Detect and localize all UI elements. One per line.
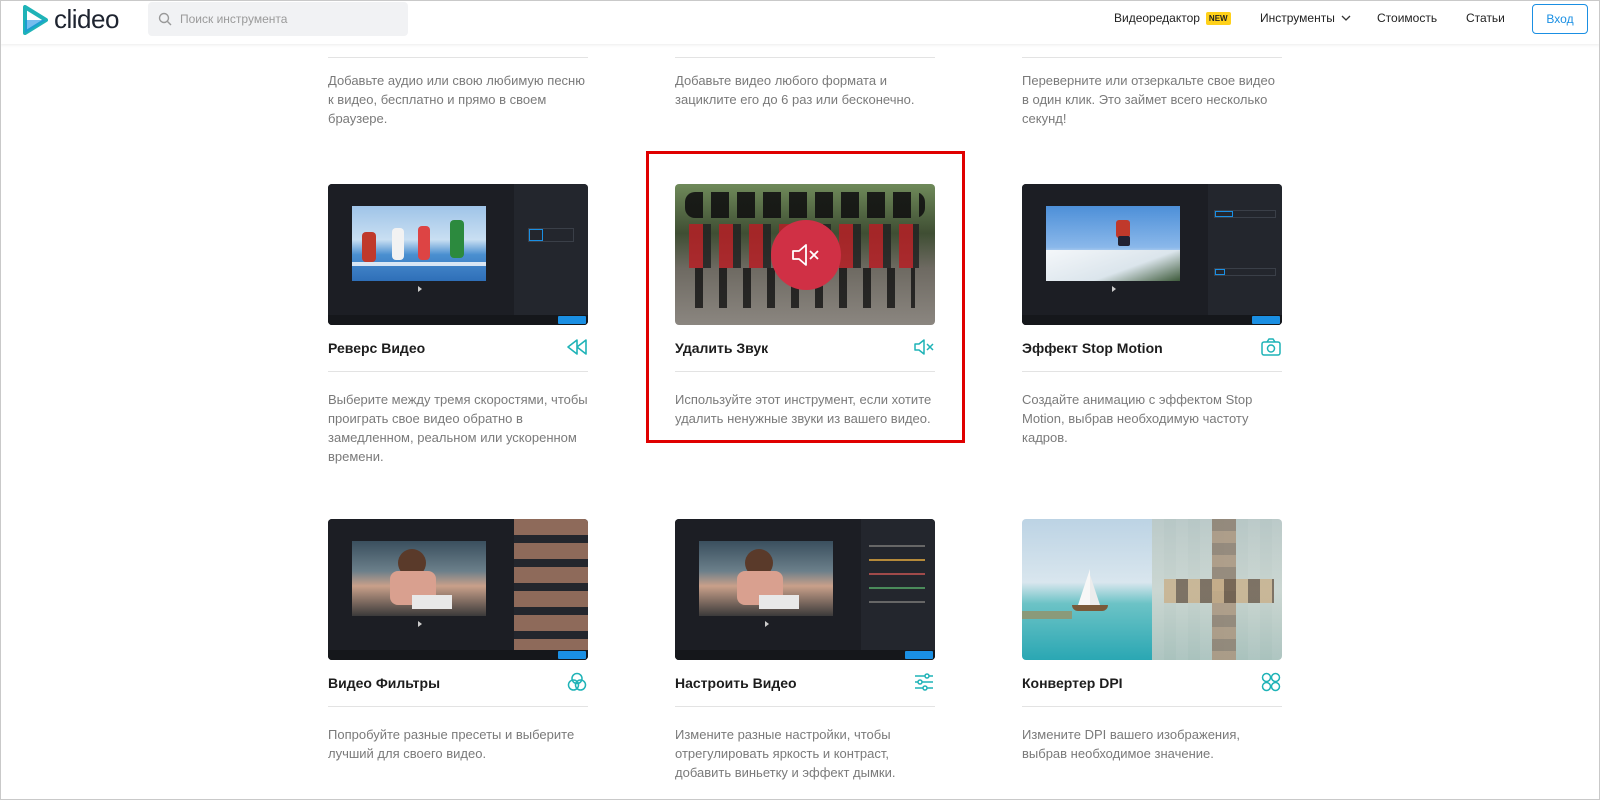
tool-description: Добавьте аудио или свою любимую песню к … bbox=[328, 73, 585, 126]
tool-title[interactable]: Видео Фильтры bbox=[328, 675, 440, 691]
tool-description: Попробуйте разные пресеты и выберите луч… bbox=[328, 727, 575, 761]
nav-pricing[interactable]: Стоимость bbox=[1377, 0, 1437, 36]
tool-title[interactable]: Конвертер DPI bbox=[1022, 675, 1123, 691]
divider bbox=[328, 57, 588, 58]
play-logo-icon bbox=[23, 4, 48, 35]
stop-motion-thumbnail bbox=[1022, 184, 1282, 325]
search-input[interactable] bbox=[180, 12, 390, 26]
clideo-logo[interactable]: clideo bbox=[22, 4, 119, 35]
chevron-down-icon bbox=[1341, 15, 1351, 21]
tool-description: Выберите между тремя скоростями, чтобы п… bbox=[328, 392, 588, 464]
top-header: clideo Видеоредактор NEW Инструменты Сто… bbox=[0, 0, 1600, 44]
tool-card-stop-motion[interactable]: Эффект Stop Motion Создайте анимацию с э… bbox=[1022, 184, 1282, 445]
circles-icon bbox=[567, 672, 587, 691]
highlight-box bbox=[646, 151, 965, 443]
tool-card-adjust[interactable]: Настроить Видео Измените разные настройк… bbox=[675, 519, 935, 780]
search-icon bbox=[158, 12, 172, 26]
tool-card-filters[interactable]: Видео Фильтры Попробуйте разные пресеты … bbox=[328, 519, 588, 761]
tool-title[interactable]: Эффект Stop Motion bbox=[1022, 340, 1163, 356]
tool-description: Переверните или отзеркальте свое видео в… bbox=[1022, 73, 1275, 126]
reverse-thumbnail bbox=[328, 184, 588, 325]
tool-description: Создайте анимацию с эффектом Stop Motion… bbox=[1022, 392, 1253, 445]
dpi-icon bbox=[1261, 672, 1281, 692]
nav-tools-label: Инструменты bbox=[1260, 11, 1335, 25]
tool-description: Измените разные настройки, чтобы отрегул… bbox=[675, 727, 896, 780]
nav-video-editor-label: Видеоредактор bbox=[1114, 11, 1200, 25]
nav-video-editor[interactable]: Видеоредактор NEW bbox=[1114, 0, 1231, 36]
tool-title[interactable]: Реверс Видео bbox=[328, 340, 425, 356]
tool-card-reverse[interactable]: Реверс Видео Выберите между тремя скорос… bbox=[328, 184, 588, 464]
rewind-icon bbox=[567, 339, 587, 355]
search-box[interactable] bbox=[148, 2, 408, 36]
filters-thumbnail bbox=[328, 519, 588, 660]
tool-description: Добавьте видео любого формата и зациклит… bbox=[675, 73, 915, 107]
nav-articles[interactable]: Статьи bbox=[1466, 0, 1505, 36]
new-badge: NEW bbox=[1205, 11, 1231, 25]
divider bbox=[675, 57, 935, 58]
camera-icon bbox=[1261, 338, 1281, 356]
tool-title[interactable]: Настроить Видео bbox=[675, 675, 797, 691]
tool-description: Измените DPI вашего изображения, выбрав … bbox=[1022, 727, 1241, 761]
logo-text: clideo bbox=[54, 4, 119, 34]
nav-tools[interactable]: Инструменты bbox=[1260, 0, 1351, 36]
sliders-icon bbox=[915, 673, 933, 691]
divider bbox=[1022, 57, 1282, 58]
dpi-thumbnail bbox=[1022, 519, 1282, 660]
login-button[interactable]: Вход bbox=[1532, 4, 1588, 34]
adjust-thumbnail bbox=[675, 519, 935, 660]
tool-card-dpi[interactable]: Конвертер DPI Измените DPI вашего изобра… bbox=[1022, 519, 1282, 761]
